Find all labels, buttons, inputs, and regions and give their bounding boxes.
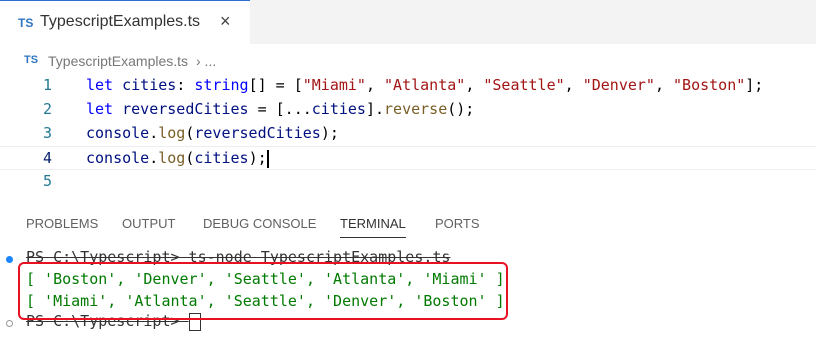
punctuation: ); — [248, 149, 267, 167]
code-text: console.log(cities); — [86, 149, 269, 168]
punctuation: = [... — [248, 100, 312, 118]
string-literal: "Denver" — [582, 76, 655, 94]
punctuation: , — [564, 76, 583, 94]
tab-label: TypescriptExamples.ts — [40, 13, 201, 30]
punctuation: . — [149, 149, 159, 167]
string-literal: "Seattle" — [483, 76, 565, 94]
line-number: 3 — [42, 124, 52, 142]
line-number: 4 — [42, 149, 52, 167]
punctuation: : — [176, 76, 195, 94]
code-line[interactable]: 1 let cities: string[] = ["Miami", "Atla… — [0, 74, 816, 98]
line-number: 1 — [42, 76, 52, 94]
identifier: console — [86, 124, 150, 142]
breadcrumb-more[interactable]: › ... — [196, 53, 216, 69]
command-success-dot-icon[interactable] — [6, 256, 13, 263]
function-name: log — [158, 124, 186, 142]
function-name: log — [158, 149, 186, 167]
typescript-file-icon: TS — [24, 54, 39, 66]
punctuation: ); — [320, 124, 339, 142]
identifier: console — [86, 149, 150, 167]
code-line-current[interactable]: 4 console.log(cities); — [0, 146, 816, 170]
output-highlight-box — [18, 262, 508, 320]
tab-problems[interactable]: PROBLEMS — [26, 216, 98, 231]
punctuation: [] = [ — [248, 76, 303, 94]
code-text: console.log(reversedCities); — [86, 124, 339, 142]
code-line[interactable]: 2 let reversedCities = [...cities].rever… — [0, 98, 816, 122]
type-keyword: string — [194, 76, 249, 94]
breadcrumb: TS TypescriptExamples.ts › ... — [0, 50, 816, 72]
punctuation: ]. — [365, 100, 385, 118]
code-text: let reversedCities = [...cities].reverse… — [86, 100, 474, 118]
code-line[interactable]: 5 — [0, 170, 816, 194]
punctuation: , — [654, 76, 674, 94]
identifier: reversedCities — [194, 124, 321, 142]
punctuation: , — [465, 76, 484, 94]
close-icon[interactable]: × — [220, 11, 231, 32]
keyword: let — [86, 100, 114, 118]
line-number: 5 — [42, 172, 52, 190]
punctuation: (); — [447, 100, 475, 118]
keyword: let — [86, 76, 114, 94]
typescript-file-icon: TS — [18, 16, 34, 30]
identifier: cities — [194, 149, 249, 167]
identifier: reversedCities — [122, 100, 249, 118]
line-number: 2 — [42, 100, 52, 118]
identifier: cities — [122, 76, 177, 94]
breadcrumb-file[interactable]: TypescriptExamples.ts — [48, 53, 188, 69]
string-literal: "Boston" — [673, 76, 746, 94]
tab-ports[interactable]: PORTS — [435, 216, 480, 231]
tab-terminal[interactable]: TERMINAL — [340, 216, 406, 238]
identifier: cities — [311, 100, 366, 118]
code-editor[interactable]: 1 let cities: string[] = ["Miami", "Atla… — [0, 74, 816, 198]
text-cursor — [266, 149, 269, 168]
function-name: reverse — [384, 100, 448, 118]
panel-tab-bar: PROBLEMS OUTPUT DEBUG CONSOLE TERMINAL P… — [0, 212, 816, 240]
code-line[interactable]: 3 console.log(reversedCities); — [0, 122, 816, 146]
punctuation: , — [365, 76, 385, 94]
punctuation: ]; — [745, 76, 764, 94]
editor-tab-bar: TS TypescriptExamples.ts × — [0, 0, 816, 44]
string-literal: "Atlanta" — [384, 76, 466, 94]
punctuation: . — [149, 124, 159, 142]
code-text: let cities: string[] = ["Miami", "Atlant… — [86, 76, 763, 94]
string-literal: "Miami" — [302, 76, 366, 94]
tab-output[interactable]: OUTPUT — [122, 216, 175, 231]
command-pending-dot-icon[interactable] — [6, 320, 13, 327]
tab-typescript-examples[interactable]: TS TypescriptExamples.ts × — [0, 0, 250, 44]
tab-debug-console[interactable]: DEBUG CONSOLE — [203, 216, 316, 231]
